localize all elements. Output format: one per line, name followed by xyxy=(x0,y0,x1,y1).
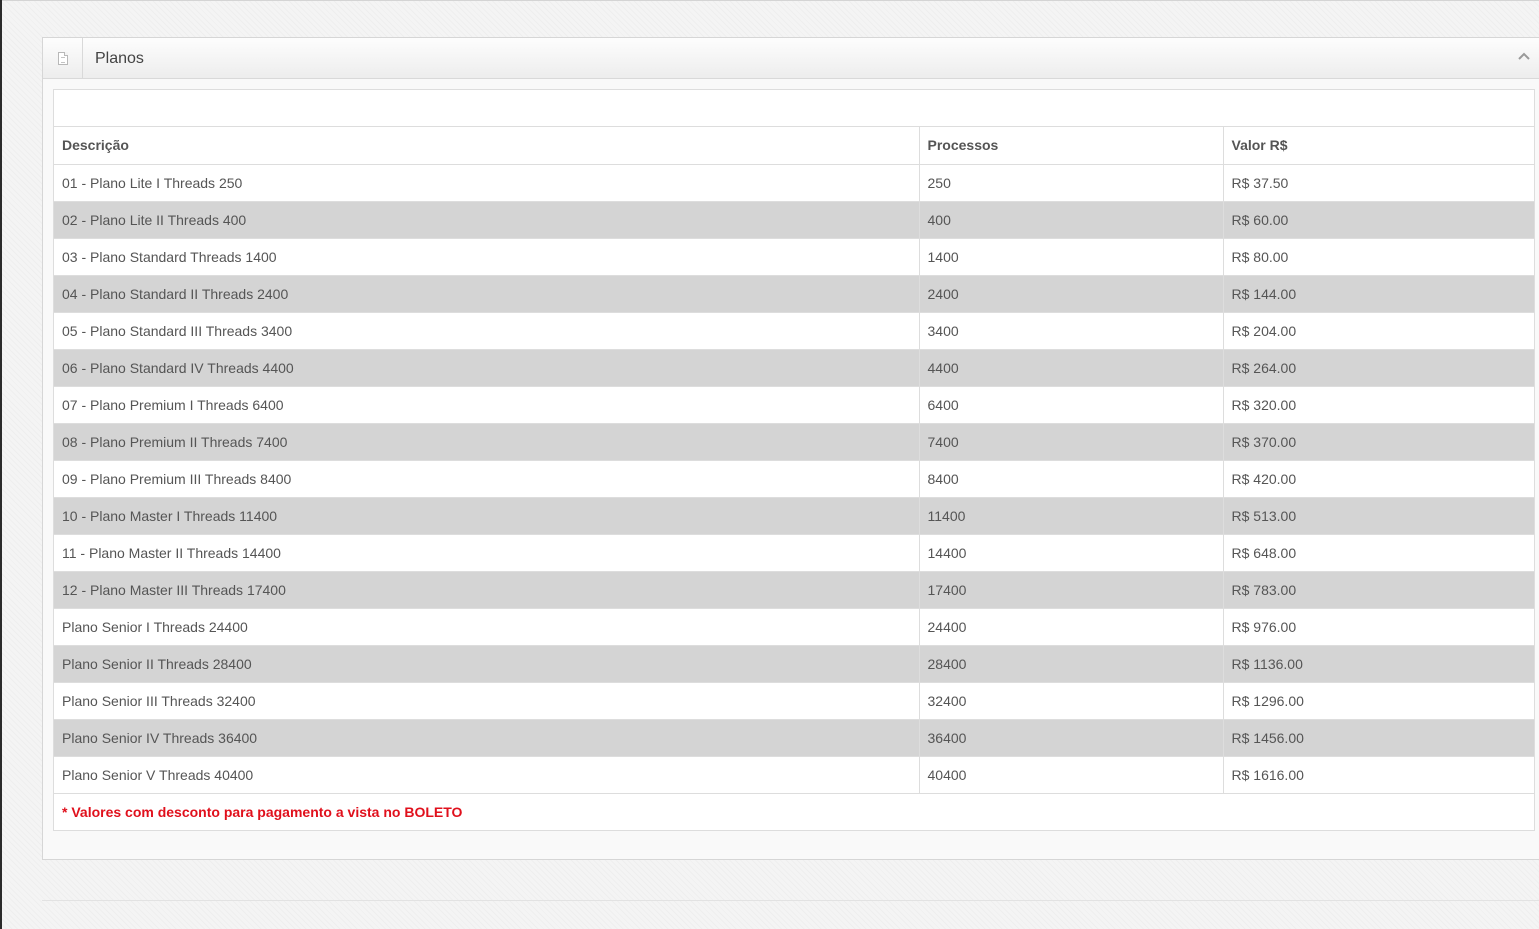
cell-processos: 6400 xyxy=(918,386,1223,424)
left-edge xyxy=(0,0,2,929)
cell-valor: R$ 420.00 xyxy=(1222,460,1534,498)
cell-valor: R$ 648.00 xyxy=(1222,534,1534,572)
cell-valor: R$ 1296.00 xyxy=(1222,682,1534,720)
chevron-up-icon[interactable] xyxy=(1518,51,1530,61)
cell-processos: 250 xyxy=(918,164,1223,202)
cell-valor: R$ 320.00 xyxy=(1222,386,1534,424)
cell-descricao: 08 - Plano Premium II Threads 7400 xyxy=(54,423,919,461)
planos-panel: Planos Descrição Processos Valor R$ 01 -… xyxy=(42,37,1539,860)
table-row: 04 - Plano Standard II Threads 2400 2400 R… xyxy=(54,275,1534,313)
cell-processos: 40400 xyxy=(918,756,1223,794)
bottom-divider xyxy=(42,900,1539,901)
cell-valor: R$ 37.50 xyxy=(1222,164,1534,202)
cell-descricao: 11 - Plano Master II Threads 14400 xyxy=(54,534,919,572)
table-row: Plano Senior II Threads 28400 28400 R$ 113… xyxy=(54,645,1534,683)
payment-footnote: * Valores com desconto para pagamento a … xyxy=(54,793,1534,830)
panel-title: Planos xyxy=(95,50,144,67)
cell-descricao: 10 - Plano Master I Threads 11400 xyxy=(54,497,919,535)
cell-valor: R$ 513.00 xyxy=(1222,497,1534,535)
table-row: 12 - Plano Master III Threads 17400 17400… xyxy=(54,571,1534,609)
plans-table-body: 01 - Plano Lite I Threads 250 250 R$ 37.50… xyxy=(54,164,1534,794)
cell-valor: R$ 204.00 xyxy=(1222,312,1534,350)
document-icon xyxy=(58,52,68,65)
cell-descricao: Plano Senior I Threads 24400 xyxy=(54,608,919,646)
cell-descricao: 03 - Plano Standard Threads 1400 xyxy=(54,238,919,276)
cell-processos: 14400 xyxy=(918,534,1223,572)
cell-valor: R$ 1456.00 xyxy=(1222,719,1534,757)
cell-descricao: Plano Senior III Threads 32400 xyxy=(54,682,919,720)
plans-table: Descrição Processos Valor R$ 01 - Plano … xyxy=(54,127,1534,794)
cell-descricao: 04 - Plano Standard II Threads 2400 xyxy=(54,275,919,313)
table-row: Plano Senior I Threads 24400 24400 R$ 976.… xyxy=(54,608,1534,646)
cell-processos: 36400 xyxy=(918,719,1223,757)
column-header-valor: Valor R$ xyxy=(1222,127,1534,165)
cell-valor: R$ 60.00 xyxy=(1222,201,1534,239)
table-row: 08 - Plano Premium II Threads 7400 7400 R$… xyxy=(54,423,1534,461)
cell-descricao: 06 - Plano Standard IV Threads 4400 xyxy=(54,349,919,387)
cell-processos: 3400 xyxy=(918,312,1223,350)
table-row: Plano Senior III Threads 32400 32400 R$ 12… xyxy=(54,682,1534,720)
cell-descricao: 02 - Plano Lite II Threads 400 xyxy=(54,201,919,239)
cell-processos: 7400 xyxy=(918,423,1223,461)
table-row: Plano Senior V Threads 40400 40400 R$ 1616… xyxy=(54,756,1534,794)
cell-valor: R$ 264.00 xyxy=(1222,349,1534,387)
cell-processos: 400 xyxy=(918,201,1223,239)
column-header-processos: Processos xyxy=(918,127,1223,165)
table-row: 11 - Plano Master II Threads 14400 14400 R… xyxy=(54,534,1534,572)
table-toolbar xyxy=(54,90,1534,127)
cell-descricao: Plano Senior II Threads 28400 xyxy=(54,645,919,683)
table-row: 09 - Plano Premium III Threads 8400 8400 R… xyxy=(54,460,1534,498)
cell-descricao: Plano Senior V Threads 40400 xyxy=(54,756,919,794)
cell-descricao: 07 - Plano Premium I Threads 6400 xyxy=(54,386,919,424)
cell-valor: R$ 80.00 xyxy=(1222,238,1534,276)
table-header-row: Descrição Processos Valor R$ xyxy=(54,127,1534,165)
cell-descricao: 12 - Plano Master III Threads 17400 xyxy=(54,571,919,609)
table-row: 02 - Plano Lite II Threads 400 400 R$ 60.0… xyxy=(54,201,1534,239)
cell-processos: 11400 xyxy=(918,497,1223,535)
table-row: 10 - Plano Master I Threads 11400 11400 R$… xyxy=(54,497,1534,535)
cell-processos: 4400 xyxy=(918,349,1223,387)
table-row: 01 - Plano Lite I Threads 250 250 R$ 37.50 xyxy=(54,164,1534,202)
table-row: 03 - Plano Standard Threads 1400 1400 R$ 8… xyxy=(54,238,1534,276)
table-row: Plano Senior IV Threads 36400 36400 R$ 145… xyxy=(54,719,1534,757)
table-row: 05 - Plano Standard III Threads 3400 3400… xyxy=(54,312,1534,350)
cell-descricao: 01 - Plano Lite I Threads 250 xyxy=(54,164,919,202)
cell-descricao: 09 - Plano Premium III Threads 8400 xyxy=(54,460,919,498)
cell-descricao: Plano Senior IV Threads 36400 xyxy=(54,719,919,757)
cell-processos: 24400 xyxy=(918,608,1223,646)
cell-valor: R$ 1136.00 xyxy=(1222,645,1534,683)
top-edge xyxy=(2,0,1539,1)
cell-descricao: 05 - Plano Standard III Threads 3400 xyxy=(54,312,919,350)
cell-processos: 1400 xyxy=(918,238,1223,276)
cell-valor: R$ 783.00 xyxy=(1222,571,1534,609)
table-row: 06 - Plano Standard IV Threads 4400 4400 R… xyxy=(54,349,1534,387)
panel-header: Planos xyxy=(43,38,1539,79)
cell-valor: R$ 370.00 xyxy=(1222,423,1534,461)
column-header-descricao: Descrição xyxy=(54,127,919,165)
cell-processos: 32400 xyxy=(918,682,1223,720)
panel-icon-box xyxy=(43,38,83,78)
table-row: 07 - Plano Premium I Threads 6400 6400 R$ … xyxy=(54,386,1534,424)
cell-valor: R$ 144.00 xyxy=(1222,275,1534,313)
cell-valor: R$ 1616.00 xyxy=(1222,756,1534,794)
cell-processos: 17400 xyxy=(918,571,1223,609)
cell-processos: 2400 xyxy=(918,275,1223,313)
plans-table-container: Descrição Processos Valor R$ 01 - Plano … xyxy=(53,89,1535,831)
cell-valor: R$ 976.00 xyxy=(1222,608,1534,646)
cell-processos: 28400 xyxy=(918,645,1223,683)
cell-processos: 8400 xyxy=(918,460,1223,498)
